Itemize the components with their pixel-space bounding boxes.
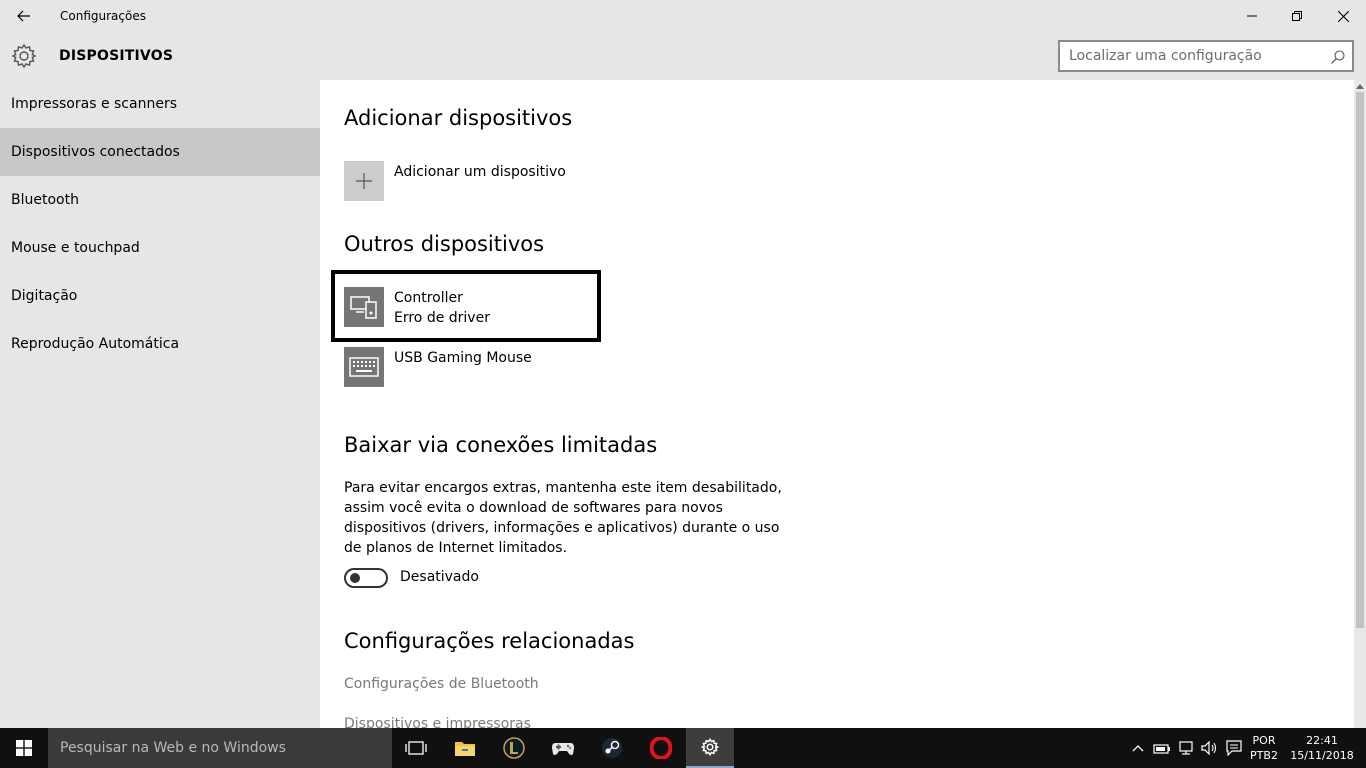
metered-connections-heading: Baixar via conexões limitadas xyxy=(344,433,658,457)
add-device-label[interactable]: Adicionar um dispositivo xyxy=(394,162,566,182)
battery-icon xyxy=(1153,744,1170,754)
device-tile-usb-gaming-mouse[interactable] xyxy=(344,347,384,387)
tray-network-button[interactable] xyxy=(1175,728,1197,768)
settings-search-input[interactable] xyxy=(1069,47,1319,65)
clock-date: 15/11/2018 xyxy=(1290,749,1354,762)
keyboard-layout-label: PTB2 xyxy=(1250,749,1278,762)
sidebar-item-printers[interactable]: Impressoras e scanners xyxy=(0,80,320,128)
sidebar-item-connected-devices[interactable]: Dispositivos conectados xyxy=(0,128,320,176)
task-view-icon xyxy=(405,741,427,755)
start-button[interactable] xyxy=(0,728,48,768)
restore-button[interactable] xyxy=(1274,0,1320,32)
tray-volume-button[interactable] xyxy=(1199,728,1221,768)
opera-button[interactable] xyxy=(637,728,685,768)
sidebar: Impressoras e scanners Dispositivos cone… xyxy=(0,80,320,728)
close-button[interactable] xyxy=(1320,0,1366,32)
network-icon xyxy=(1179,741,1193,755)
sidebar-item-typing[interactable]: Digitação xyxy=(0,272,320,320)
game-controller-button[interactable] xyxy=(539,728,587,768)
windows-logo-icon xyxy=(16,740,32,756)
device-controller-name[interactable]: Controller xyxy=(394,288,463,308)
other-devices-heading: Outros dispositivos xyxy=(344,232,545,256)
device-usb-mouse-name[interactable]: USB Gaming Mouse xyxy=(394,348,532,368)
device-controller-status: Erro de driver xyxy=(394,310,490,326)
tray-action-center-button[interactable] xyxy=(1223,728,1245,768)
sidebar-item-autoplay[interactable]: Reprodução Automática xyxy=(0,320,320,368)
folder-icon xyxy=(455,742,475,756)
settings-app-button[interactable] xyxy=(686,728,734,768)
league-of-legends-icon xyxy=(503,737,525,759)
taskbar-search-box[interactable] xyxy=(48,728,392,768)
game-controller-icon xyxy=(552,743,574,755)
league-of-legends-button[interactable] xyxy=(490,728,538,768)
keyboard-icon xyxy=(349,357,379,377)
scrollbar[interactable] xyxy=(1354,80,1366,728)
metered-download-toggle[interactable] xyxy=(344,568,388,588)
toggle-knob xyxy=(350,573,360,583)
sidebar-item-bluetooth[interactable]: Bluetooth xyxy=(0,176,320,224)
steam-button[interactable] xyxy=(588,728,636,768)
add-devices-heading: Adicionar dispositivos xyxy=(344,106,573,130)
file-explorer-button[interactable] xyxy=(441,728,489,768)
restore-icon xyxy=(1292,11,1302,21)
opera-icon xyxy=(650,737,672,759)
steam-icon xyxy=(602,738,622,758)
clock-time: 22:41 xyxy=(1306,734,1338,747)
settings-gear-icon xyxy=(701,738,719,756)
main-content: Adicionar dispositivos Adicionar um disp… xyxy=(320,80,1354,728)
settings-search-box[interactable] xyxy=(1058,40,1354,72)
title-bar: Configurações xyxy=(0,0,1366,32)
scroll-up-arrow[interactable] xyxy=(1354,80,1366,92)
language-label: POR xyxy=(1252,734,1276,747)
tray-language-button[interactable]: POR PTB2 xyxy=(1246,728,1282,768)
scroll-thumb[interactable] xyxy=(1356,92,1364,628)
tray-power-button[interactable] xyxy=(1151,728,1173,768)
sidebar-item-mouse-touchpad[interactable]: Mouse e touchpad xyxy=(0,224,320,272)
tray-clock[interactable]: 22:41 15/11/2018 xyxy=(1288,728,1356,768)
device-tile-controller[interactable] xyxy=(344,287,384,327)
page-header: DISPOSITIVOS xyxy=(0,32,1366,80)
chevron-up-icon xyxy=(1356,84,1364,89)
link-devices-printers[interactable]: Dispositivos e impressoras xyxy=(344,716,531,728)
device-icon xyxy=(350,296,377,319)
minimize-button[interactable] xyxy=(1229,0,1275,32)
add-device-button[interactable] xyxy=(344,161,384,201)
chevron-up-icon xyxy=(1132,745,1144,752)
toggle-state-label: Desativado xyxy=(400,569,479,585)
page-title: DISPOSITIVOS xyxy=(59,48,174,64)
plus-icon xyxy=(356,173,372,189)
back-arrow-icon xyxy=(17,10,30,22)
related-settings-heading: Configurações relacionadas xyxy=(344,629,635,653)
task-view-button[interactable] xyxy=(392,728,440,768)
window-title: Configurações xyxy=(60,9,146,23)
tray-overflow-button[interactable] xyxy=(1128,728,1148,768)
notification-icon xyxy=(1226,740,1242,756)
metered-description: Para evitar encargos extras, mantenha es… xyxy=(344,480,782,556)
search-icon[interactable] xyxy=(1330,49,1346,65)
volume-icon xyxy=(1201,741,1217,755)
minimize-icon xyxy=(1247,15,1257,17)
taskbar-search-input[interactable] xyxy=(60,739,380,757)
taskbar: POR PTB2 22:41 15/11/2018 xyxy=(0,728,1366,768)
link-bluetooth-settings[interactable]: Configurações de Bluetooth xyxy=(344,676,539,692)
back-button[interactable] xyxy=(8,4,40,28)
gear-icon xyxy=(11,43,37,69)
close-icon xyxy=(1337,10,1349,22)
